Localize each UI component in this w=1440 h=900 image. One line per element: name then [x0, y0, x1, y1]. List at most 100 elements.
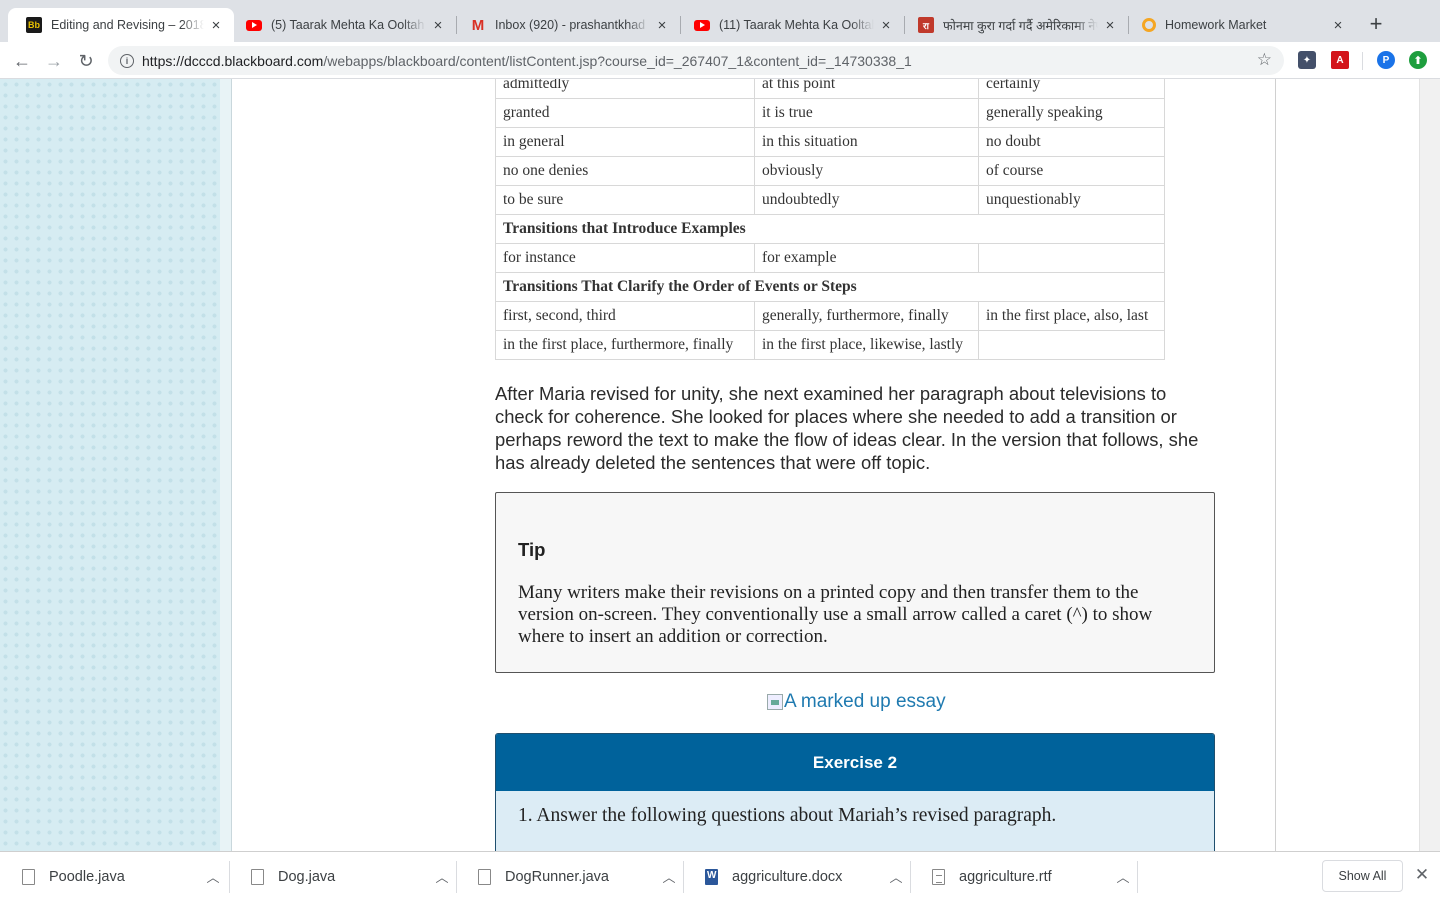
- table-section-header: Transitions That Clarify the Order of Ev…: [495, 272, 1165, 302]
- table-cell: in the first place, also, last: [978, 301, 1165, 331]
- table-section-header: Transitions that Introduce Examples: [495, 214, 1165, 244]
- download-shelf: Poodle.java ︿ Dog.java ︿ DogRunner.java …: [0, 851, 1440, 900]
- close-icon[interactable]: ×: [208, 17, 224, 34]
- close-icon[interactable]: ×: [654, 17, 670, 34]
- table-cell: in general: [495, 127, 755, 157]
- table-cell: generally, furthermore, finally: [754, 301, 979, 331]
- tab-taarak-mehta-1[interactable]: (5) Taarak Mehta Ka Ooltah ×: [228, 8, 456, 42]
- table-cell: in this situation: [754, 127, 979, 157]
- coherence-paragraph: After Maria revised for unity, she next …: [495, 383, 1199, 473]
- table-cell: to be sure: [495, 185, 755, 215]
- chevron-up-icon[interactable]: ︿: [881, 867, 911, 886]
- address-bar[interactable]: i https://dcccd.blackboard.com/webapps/b…: [108, 46, 1284, 75]
- download-filename: DogRunner.java: [505, 868, 609, 885]
- table-cell: granted: [495, 98, 755, 128]
- table-cell: obviously: [754, 156, 979, 186]
- table-cell: generally speaking: [978, 98, 1165, 128]
- table-row: no one denies obviously of course: [495, 156, 1165, 186]
- close-icon[interactable]: ✕: [1412, 865, 1432, 885]
- transitions-table: admittedly at this point certainly granted i…: [495, 79, 1165, 360]
- homework-market-icon: [1142, 18, 1156, 32]
- profile-avatar[interactable]: P: [1377, 51, 1395, 69]
- tab-nepali-news[interactable]: रा फोनमा कुरा गर्दा गर्दै अमेरिकामा नेपा…: [900, 8, 1128, 42]
- section-heading-cell: Transitions That Clarify the Order of Ev…: [495, 272, 1165, 302]
- youtube-icon: [246, 19, 262, 31]
- download-item[interactable]: aggriculture.docx ︿: [683, 852, 911, 900]
- table-cell: in the first place, furthermore, finally: [495, 330, 755, 360]
- download-filename: Dog.java: [278, 868, 336, 885]
- table-cell: admittedly: [495, 79, 755, 99]
- broken-image-icon: [767, 694, 783, 710]
- left-rail: [220, 79, 232, 851]
- download-item[interactable]: Dog.java ︿: [229, 852, 457, 900]
- update-arrow-icon[interactable]: ⬆: [1409, 51, 1427, 69]
- tab-title: Inbox (920) - prashantkhad: [495, 18, 646, 32]
- close-icon[interactable]: ×: [1102, 17, 1118, 34]
- tip-box: Tip Many writers make their revisions on…: [495, 492, 1215, 673]
- image-alt-text: A marked up essay: [784, 691, 946, 712]
- file-icon: [251, 868, 264, 885]
- reload-button[interactable]: ↻: [73, 48, 99, 74]
- table-cell: [978, 243, 1165, 273]
- download-filename: aggriculture.rtf: [959, 868, 1052, 885]
- url-text: https://dcccd.blackboard.com/webapps/bla…: [142, 53, 912, 69]
- download-item[interactable]: aggriculture.rtf ︿: [910, 852, 1138, 900]
- download-filename: aggriculture.docx: [732, 868, 843, 885]
- table-row: in the first place, furthermore, finally…: [495, 330, 1165, 360]
- tab-title: Homework Market: [1165, 18, 1267, 32]
- table-cell: undoubtedly: [754, 185, 979, 215]
- table-row: granted it is true generally speaking: [495, 98, 1165, 128]
- new-tab-button[interactable]: +: [1362, 11, 1390, 37]
- tab-title: फोनमा कुरा गर्दा गर्दै अमेरिकामा नेपाल: [943, 18, 1098, 33]
- back-button[interactable]: ←: [9, 48, 35, 74]
- youtube-icon: [694, 19, 710, 31]
- tab-gmail-inbox[interactable]: M Inbox (920) - prashantkhad ×: [452, 8, 680, 42]
- extension-puzzle-icon[interactable]: ✦: [1298, 51, 1316, 69]
- download-item[interactable]: Poodle.java ︿: [0, 852, 228, 900]
- close-icon[interactable]: ×: [878, 17, 894, 34]
- table-row: first, second, third generally, furthermo…: [495, 301, 1165, 331]
- acrobat-pdf-icon[interactable]: A: [1331, 51, 1349, 69]
- news-icon: रा: [918, 17, 934, 33]
- table-cell: [978, 330, 1165, 360]
- word-file-icon: [705, 868, 718, 885]
- table-cell: for instance: [495, 243, 755, 273]
- table-cell: for example: [754, 243, 979, 273]
- table-row: to be sure undoubtedly unquestionably: [495, 185, 1165, 215]
- tip-text: Many writers make their revisions on a p…: [518, 582, 1153, 647]
- chevron-up-icon[interactable]: ︿: [427, 867, 457, 886]
- table-cell: no doubt: [978, 127, 1165, 157]
- file-icon: [22, 868, 35, 885]
- url-path: /webapps/blackboard/content/listContent.…: [323, 52, 912, 69]
- tab-strip: Bb Editing and Revising – 2018F × (5) Ta…: [0, 0, 1440, 42]
- marked-up-essay-image[interactable]: A marked up essay: [767, 691, 946, 713]
- table-cell: unquestionably: [978, 185, 1165, 215]
- tab-title: (11) Taarak Mehta Ka Ooltah: [719, 18, 874, 32]
- tab-title: Editing and Revising – 2018F: [51, 18, 204, 32]
- table-cell: it is true: [754, 98, 979, 128]
- file-icon: [478, 868, 491, 885]
- forward-button[interactable]: →: [41, 48, 67, 74]
- download-item[interactable]: DogRunner.java ︿: [456, 852, 684, 900]
- tab-editing-revising[interactable]: Bb Editing and Revising – 2018F ×: [8, 8, 234, 42]
- exercise-box: Exercise 2 1. Answer the following quest…: [495, 733, 1215, 851]
- chevron-up-icon[interactable]: ︿: [1108, 867, 1138, 886]
- bookmark-star-icon[interactable]: ☆: [1257, 50, 1272, 70]
- info-icon[interactable]: i: [120, 53, 134, 68]
- show-all-button[interactable]: Show All: [1322, 860, 1403, 892]
- download-filename: Poodle.java: [49, 868, 125, 885]
- blackboard-icon: Bb: [26, 17, 42, 33]
- close-icon[interactable]: ×: [1330, 17, 1346, 34]
- tab-taarak-mehta-2[interactable]: (11) Taarak Mehta Ka Ooltah ×: [676, 8, 904, 42]
- chevron-up-icon[interactable]: ︿: [198, 867, 228, 886]
- toolbar-separator: [1362, 52, 1363, 70]
- chevron-up-icon[interactable]: ︿: [654, 867, 684, 886]
- table-row: for instance for example: [495, 243, 1165, 273]
- page-scrollbar[interactable]: [1419, 79, 1440, 851]
- close-icon[interactable]: ×: [430, 17, 446, 34]
- table-cell: certainly: [978, 79, 1165, 99]
- exercise-question: 1. Answer the following questions about …: [518, 805, 1057, 826]
- table-cell: in the first place, likewise, lastly: [754, 330, 979, 360]
- rtf-file-icon: [932, 868, 945, 885]
- tab-homework-market[interactable]: Homework Market ×: [1124, 8, 1356, 42]
